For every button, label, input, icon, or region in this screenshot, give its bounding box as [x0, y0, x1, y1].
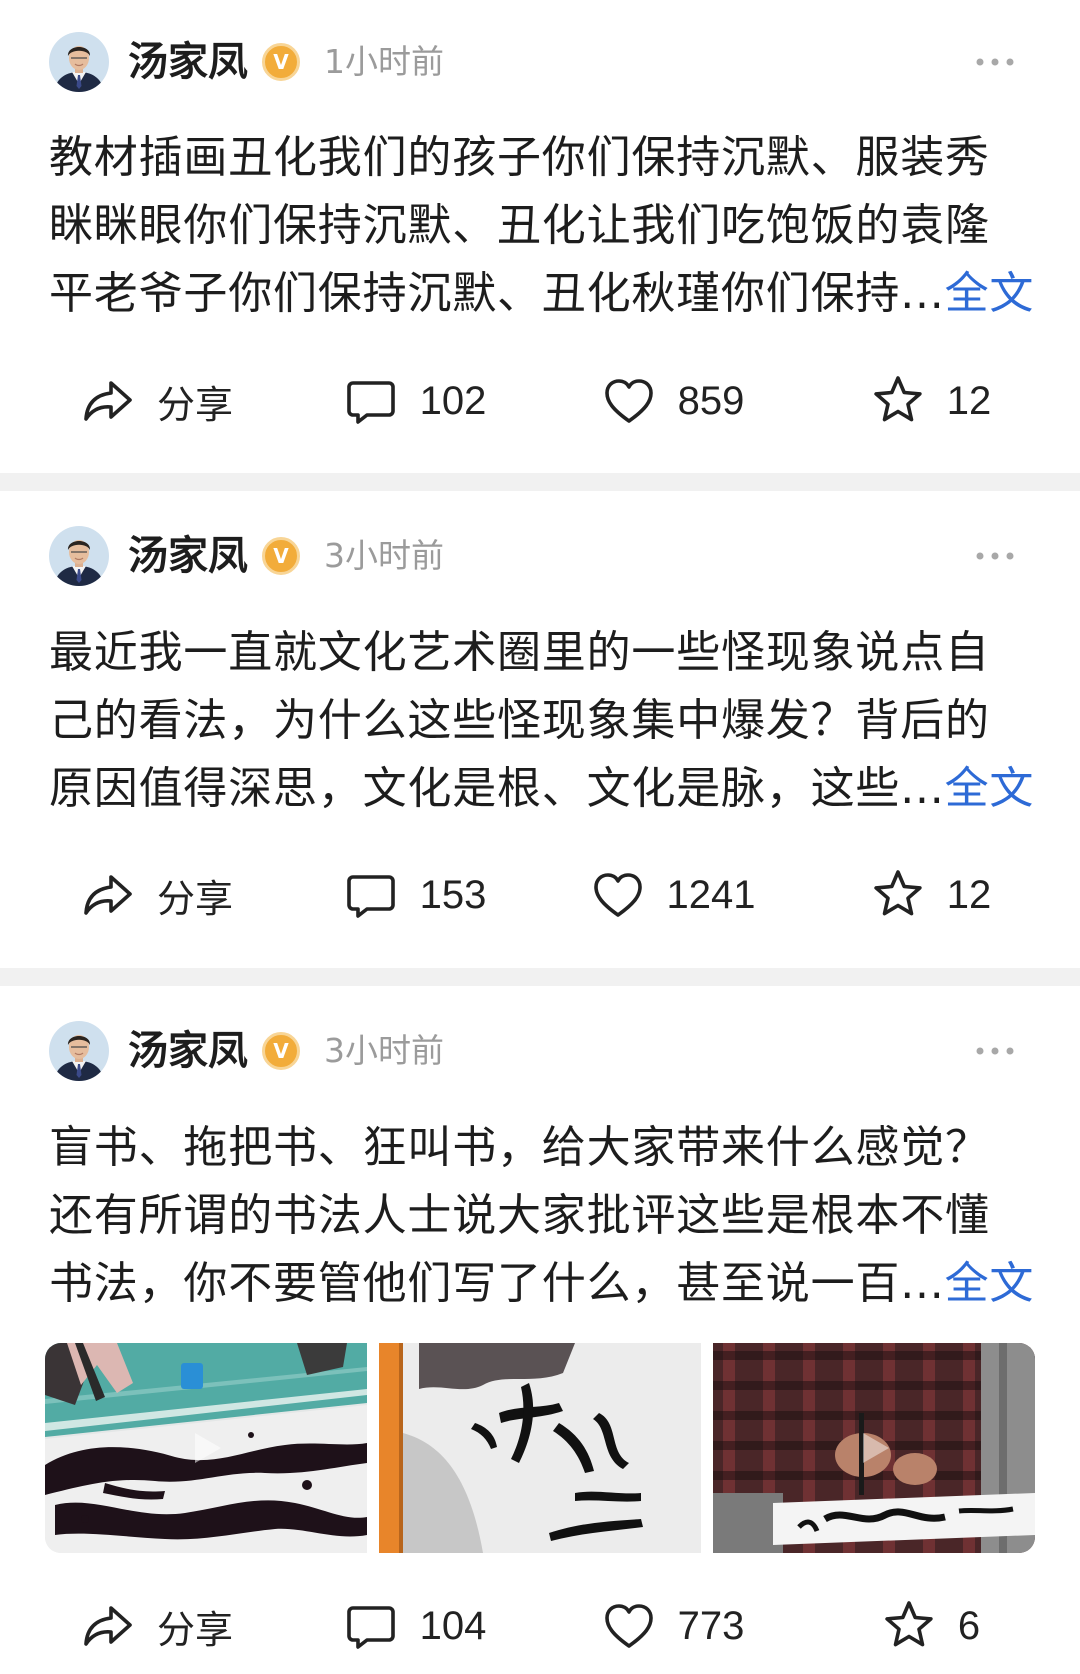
comment-button[interactable]: 102	[286, 369, 544, 433]
post-text-line-last: 平老爷子你们保持沉默、丑化秋瑾你们保持...全文	[49, 260, 1059, 328]
video-thumbnail	[379, 1343, 701, 1553]
post-actions: 分享 102 859 12	[28, 369, 1060, 433]
post-image[interactable]	[45, 1343, 367, 1553]
author-name[interactable]: 汤家凤	[128, 524, 248, 588]
feed-post[interactable]: 汤家凤 V 3小时前 最近我一直就文化艺术圈里的一些怪现象说点自 己的看法，为什…	[0, 491, 1080, 968]
post-actions: 分享 153 1241 12	[28, 863, 1060, 927]
like-heart-icon	[602, 1599, 656, 1653]
video-thumbnail	[713, 1343, 1035, 1553]
verified-badge-letter: V	[273, 544, 289, 568]
post-time: 1小时前	[324, 42, 444, 81]
feed-post[interactable]: 汤家凤 V 1小时前 教材插画丑化我们的孩子你们保持沉默、服装秀 眯眯眼你们保持…	[0, 0, 1080, 473]
favorite-star-icon	[871, 374, 925, 428]
post-separator	[0, 473, 1080, 491]
avatar[interactable]	[49, 1021, 109, 1081]
comment-button[interactable]: 104	[286, 1594, 544, 1658]
post-text-line: 教材插画丑化我们的孩子你们保持沉默、服装秀	[49, 132, 990, 183]
like-button[interactable]: 859	[544, 369, 802, 433]
avatar[interactable]	[49, 526, 109, 586]
like-count: 773	[677, 1603, 745, 1648]
post-text-truncated: 书法，你不要管他们写了什么，甚至说一百...	[49, 1258, 945, 1309]
comment-icon	[344, 1599, 398, 1653]
post-text-line: 最近我一直就文化艺术圈里的一些怪现象说点自	[49, 627, 990, 678]
verified-badge-icon: V	[262, 537, 300, 575]
verified-badge-letter: V	[273, 50, 289, 74]
like-button[interactable]: 1241	[544, 863, 802, 927]
favorite-button[interactable]: 12	[802, 863, 1060, 927]
post-time: 3小时前	[324, 536, 444, 575]
post-text-line: 眯眯眼你们保持沉默、丑化让我们吃饱饭的袁隆	[49, 200, 990, 251]
favorite-button[interactable]: 6	[802, 1594, 1060, 1658]
post-text-truncated: 平老爷子你们保持沉默、丑化秋瑾你们保持...	[49, 268, 945, 319]
author-name[interactable]: 汤家凤	[128, 1019, 248, 1083]
share-button[interactable]: 分享	[28, 863, 286, 927]
share-button[interactable]: 分享	[28, 1594, 286, 1658]
favorite-star-icon	[871, 868, 925, 922]
post-text-truncated: 原因值得深思，文化是根、文化是脉，这些...	[49, 763, 945, 814]
comment-count: 104	[419, 1603, 487, 1648]
verified-badge-icon: V	[262, 1032, 300, 1070]
favorite-button[interactable]: 12	[802, 369, 1060, 433]
feed-post[interactable]: 汤家凤 V 3小时前 盲书、拖把书、狂叫书，给大家带来什么感觉？ 还有所谓的书法…	[0, 986, 1080, 1674]
share-label: 分享	[156, 382, 233, 427]
like-count: 859	[677, 378, 745, 423]
comment-button[interactable]: 153	[286, 863, 544, 927]
post-image[interactable]	[713, 1343, 1035, 1553]
share-label: 分享	[156, 876, 233, 921]
comment-icon	[344, 868, 398, 922]
post-text-line-last: 书法，你不要管他们写了什么，甚至说一百...全文	[49, 1250, 1059, 1318]
more-dots-icon[interactable]	[975, 1046, 1015, 1056]
post-separator	[0, 968, 1080, 986]
share-icon	[81, 374, 135, 428]
post-header: 汤家凤 V 3小时前	[0, 1019, 1080, 1083]
like-heart-icon	[602, 374, 656, 428]
post-text-line-last: 原因值得深思，文化是根、文化是脉，这些...全文	[49, 755, 1059, 823]
comment-icon	[344, 374, 398, 428]
like-button[interactable]: 773	[544, 1594, 802, 1658]
comment-count: 102	[419, 378, 487, 423]
more-dots-icon[interactable]	[975, 57, 1015, 67]
post-text[interactable]: 最近我一直就文化艺术圈里的一些怪现象说点自 己的看法，为什么这些怪现象集中爆发？…	[49, 619, 1059, 823]
post-text-line: 己的看法，为什么这些怪现象集中爆发？背后的	[49, 695, 990, 746]
share-icon	[81, 868, 135, 922]
share-button[interactable]: 分享	[28, 369, 286, 433]
share-label: 分享	[156, 1607, 233, 1652]
more-dots-icon[interactable]	[975, 551, 1015, 561]
expand-full-text-link[interactable]: 全文	[945, 763, 1035, 814]
expand-full-text-link[interactable]: 全文	[945, 1258, 1035, 1309]
post-header: 汤家凤 V 3小时前	[0, 524, 1080, 588]
like-heart-icon	[591, 868, 645, 922]
expand-full-text-link[interactable]: 全文	[945, 268, 1035, 319]
post-actions: 分享 104 773 6	[28, 1594, 1060, 1658]
like-count: 1241	[666, 872, 756, 917]
author-name[interactable]: 汤家凤	[128, 30, 248, 94]
comment-count: 153	[419, 872, 487, 917]
post-text[interactable]: 教材插画丑化我们的孩子你们保持沉默、服装秀 眯眯眼你们保持沉默、丑化让我们吃饱饭…	[49, 124, 1059, 328]
post-header: 汤家凤 V 1小时前	[0, 30, 1080, 94]
avatar[interactable]	[49, 32, 109, 92]
verified-badge-icon: V	[262, 43, 300, 81]
favorite-count: 12	[946, 378, 992, 423]
favorite-count: 6	[957, 1603, 981, 1648]
post-text[interactable]: 盲书、拖把书、狂叫书，给大家带来什么感觉？ 还有所谓的书法人士说大家批评这些是根…	[49, 1114, 1059, 1318]
video-thumbnail	[45, 1343, 367, 1553]
verified-badge-letter: V	[273, 1039, 289, 1063]
share-icon	[81, 1599, 135, 1653]
post-media-grid	[45, 1343, 1035, 1553]
favorite-count: 12	[946, 872, 992, 917]
post-text-line: 盲书、拖把书、狂叫书，给大家带来什么感觉？	[49, 1122, 990, 1173]
post-image[interactable]	[379, 1343, 701, 1553]
favorite-star-icon	[882, 1599, 936, 1653]
post-time: 3小时前	[324, 1031, 444, 1070]
post-text-line: 还有所谓的书法人士说大家批评这些是根本不懂	[49, 1190, 990, 1241]
